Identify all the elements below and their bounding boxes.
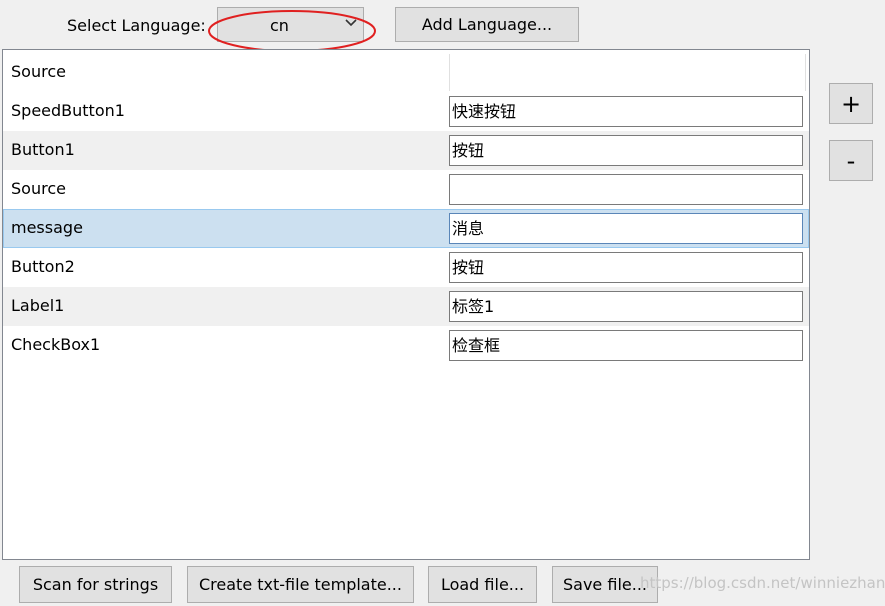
table-row[interactable]: Button2 按钮 <box>3 248 809 287</box>
translation-input[interactable] <box>449 174 803 205</box>
source-cell: message <box>11 218 83 237</box>
source-cell: SpeedButton1 <box>11 101 125 120</box>
translation-column-header <box>449 54 806 91</box>
language-editor-window: { "toolbar": { "select_language_label": … <box>0 0 885 606</box>
add-row-button[interactable]: + <box>829 83 873 124</box>
source-cell: CheckBox1 <box>11 335 101 354</box>
table-row[interactable]: Button1 按钮 <box>3 131 809 170</box>
language-select[interactable]: cn <box>217 7 364 42</box>
source-cell: Label1 <box>11 296 65 315</box>
translation-input[interactable]: 检查框 <box>449 330 803 361</box>
create-template-button[interactable]: Create txt-file template... <box>187 566 414 603</box>
table-row[interactable]: CheckBox1 检查框 <box>3 326 809 365</box>
select-language-label: Select Language: <box>67 16 206 35</box>
source-cell: Button1 <box>11 140 75 159</box>
translation-input[interactable]: 消息 <box>449 213 803 244</box>
chevron-down-icon <box>345 19 357 27</box>
translation-input[interactable]: 按钮 <box>449 135 803 166</box>
table-row[interactable]: SpeedButton1 快速按钮 <box>3 92 809 131</box>
source-cell: Source <box>11 179 66 198</box>
translation-input[interactable]: 按钮 <box>449 252 803 283</box>
translation-input[interactable]: 快速按钮 <box>449 96 803 127</box>
source-column-header: Source <box>11 62 66 81</box>
load-file-button[interactable]: Load file... <box>428 566 537 603</box>
watermark-text: https://blog.csdn.net/winniezhang <box>640 574 885 592</box>
table-row[interactable]: Label1 标签1 <box>3 287 809 326</box>
language-select-value: cn <box>270 16 289 35</box>
table-row[interactable]: message 消息 <box>3 209 809 248</box>
remove-row-button[interactable]: - <box>829 140 873 181</box>
table-row[interactable]: Source <box>3 170 809 209</box>
source-cell: Button2 <box>11 257 75 276</box>
add-language-button[interactable]: Add Language... <box>395 7 579 42</box>
scan-for-strings-button[interactable]: Scan for strings <box>19 566 172 603</box>
grid-header-row: Source <box>3 53 809 92</box>
translation-grid: Source SpeedButton1 快速按钮 Button1 按钮 Source me… <box>2 49 810 560</box>
translation-input[interactable]: 标签1 <box>449 291 803 322</box>
